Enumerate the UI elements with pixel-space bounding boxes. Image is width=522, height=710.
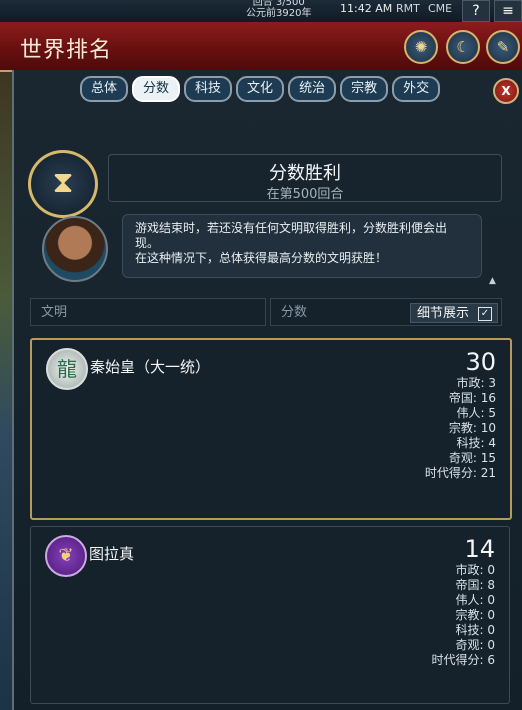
detail-toggle-label: 细节展示 [417,306,470,321]
map-background [0,22,12,710]
laurel-emblem-icon: ❦ [45,535,87,577]
dragon-emblem-icon: 龍 [46,348,88,390]
breakdown-era-score: 时代得分: 6 [431,653,496,667]
tab-religion[interactable]: 宗教 [340,76,389,102]
tab-culture[interactable]: 文化 [236,76,285,102]
civ-name: 秦始皇（大一统） [90,358,211,376]
breakdown-religion: 宗教: 0 [455,608,496,622]
close-button[interactable]: X [493,78,519,104]
victory-header: 分数胜利 在第500回合 [108,154,502,202]
breakdown-technology: 科技: 0 [455,623,496,637]
tab-overall[interactable]: 总体 [80,76,129,102]
breakdown-wonders: 奇观: 15 [448,451,496,465]
hourglass-icon: ⧗ [28,150,98,218]
breakdown-empire: 帝国: 16 [448,391,496,405]
civ-medal-icon[interactable]: ✺ [404,30,438,64]
tab-score[interactable]: 分数 [132,76,181,102]
tab-domination[interactable]: 统治 [288,76,337,102]
civ-score: 14 [464,535,495,563]
menu-icon[interactable]: ≡ [494,0,522,22]
description-line-1: 游戏结束时，若还没有任何文明取得胜利，分数胜利便会出现。 [135,221,448,250]
game-year: 公元前3920年 [246,8,312,19]
civ-card[interactable]: 龍 秦始皇（大一统） 30 市政: 3 帝国: 16 伟人: 5 宗教: 10 … [30,338,512,520]
civ-card[interactable]: ❦ 图拉真 14 市政: 0 帝国: 8 伟人: 0 宗教: 0 科技: 0 奇… [30,526,510,704]
advisor-description: 游戏结束时，若还没有任何文明取得胜利，分数胜利便会出现。 在这种情况下，总体获得… [122,214,482,278]
civ-column-header: 文明 [30,298,266,326]
rmt-button[interactable]: RMT [396,2,420,15]
advisor-portrait [42,216,108,282]
civ-score: 30 [465,348,496,376]
turn-info: 回合 3/500 公元前3920年 [246,0,311,19]
score-breakdown: 市政: 0 帝国: 8 伟人: 0 宗教: 0 科技: 0 奇观: 0 时代得分… [432,563,496,668]
breakdown-wonders: 奇观: 0 [455,638,496,652]
moon-star-icon[interactable]: ☾ [446,30,480,64]
breakdown-civics: 市政: 3 [456,376,497,390]
civ-name: 图拉真 [89,545,135,563]
ranking-panel: 总体 分数 科技 文化 统治 宗教 外交 X 分数胜利 在第500回合 ⧗ 游戏… [12,70,522,710]
cme-button[interactable]: CME [428,2,452,15]
breakdown-technology: 科技: 4 [456,436,497,450]
tab-diplomacy[interactable]: 外交 [392,76,441,102]
breakdown-great-people: 伟人: 0 [455,593,496,607]
victory-subtitle: 在第500回合 [266,187,344,202]
clock: 11:42 AM [340,2,393,15]
title-banner: 世界排名 ✺ ☾ ✎ [0,22,522,72]
collapse-caret-icon[interactable]: ▲ [489,276,496,286]
page-title: 世界排名 [20,38,113,63]
tab-science[interactable]: 科技 [184,76,233,102]
victory-title: 分数胜利 [269,163,341,184]
breakdown-great-people: 伟人: 5 [456,406,497,420]
score-breakdown: 市政: 3 帝国: 16 伟人: 5 宗教: 10 科技: 4 奇观: 15 时… [425,376,496,481]
category-tabs: 总体 分数 科技 文化 统治 宗教 外交 [80,76,441,102]
help-icon[interactable]: ? [462,0,490,22]
description-line-2: 在这种情况下，总体获得最高分数的文明获胜！ [135,251,388,265]
breakdown-era-score: 时代得分: 21 [424,466,496,480]
checkbox-checked-icon[interactable]: ✓ [478,307,492,321]
top-status-bar: 回合 3/500 公元前3920年 11:42 AM RMT CME ? ≡ [0,0,522,23]
breakdown-empire: 帝国: 8 [455,578,496,592]
turn-counter: 回合 3/500 [252,0,305,8]
scroll-icon[interactable]: ✎ [486,30,520,64]
detail-toggle[interactable]: 细节展示 ✓ [410,303,498,323]
breakdown-religion: 宗教: 10 [448,421,496,435]
breakdown-civics: 市政: 0 [455,563,496,577]
